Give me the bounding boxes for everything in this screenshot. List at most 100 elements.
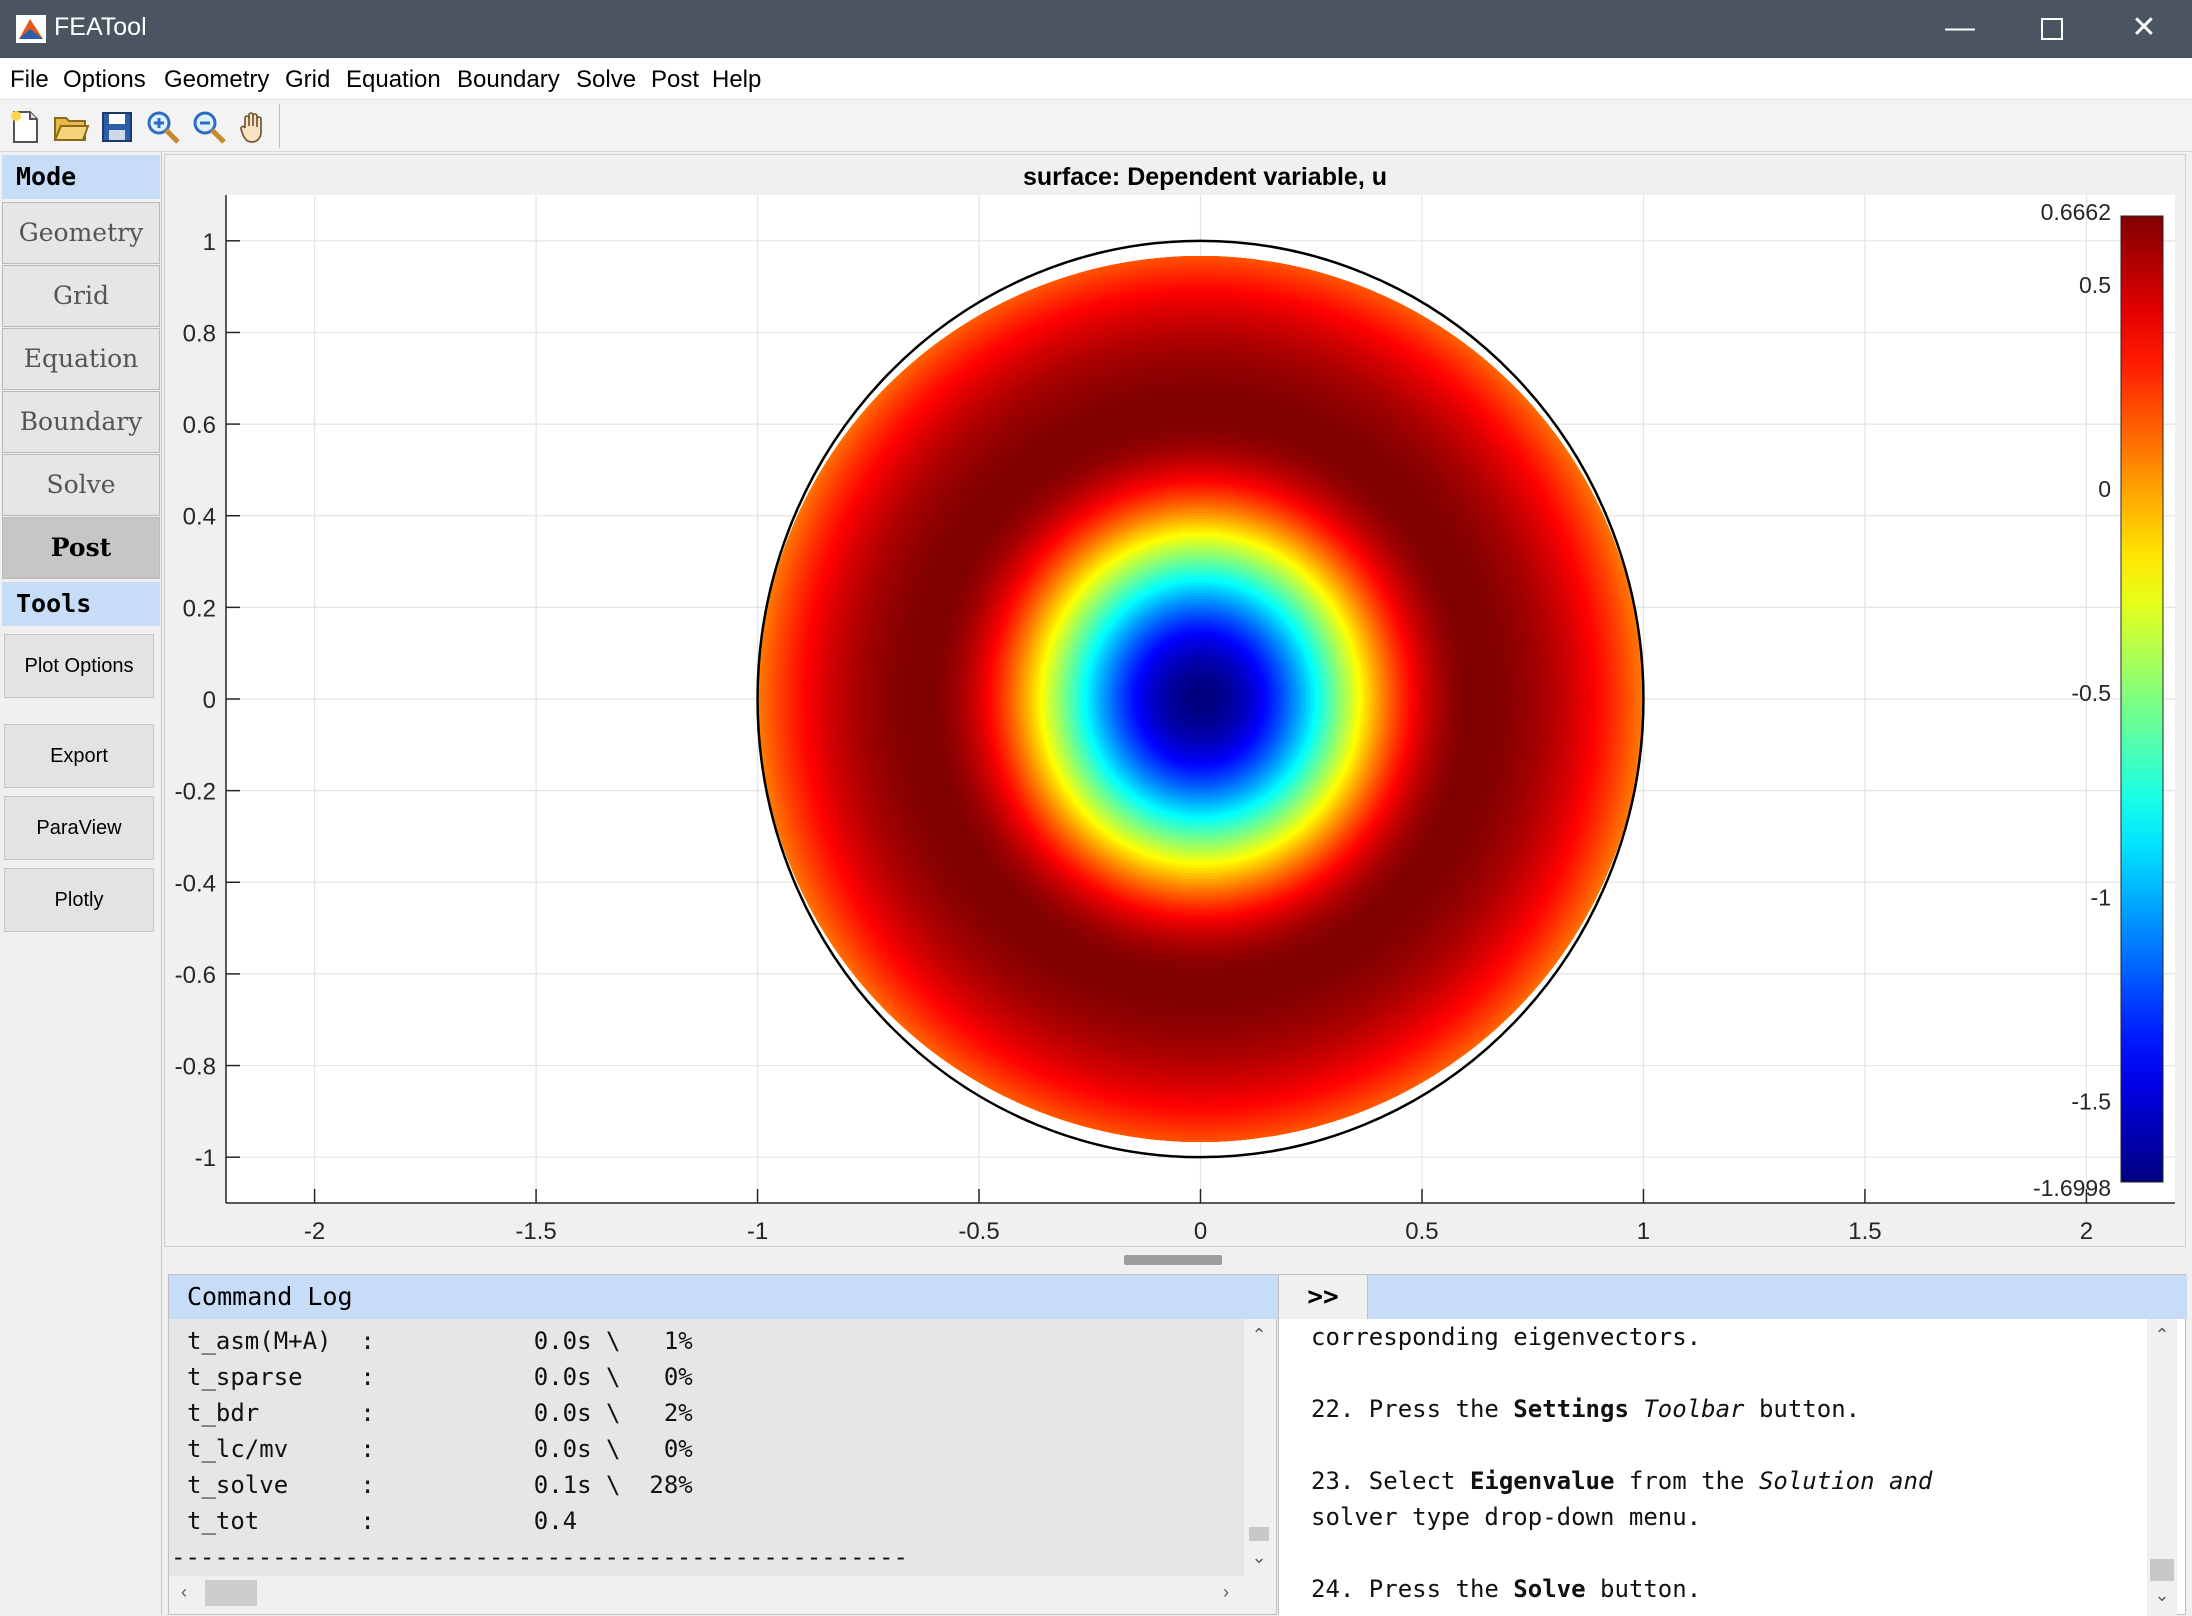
menu-file[interactable]: File	[10, 66, 49, 94]
log-line: t_tot : 0.4	[187, 1507, 578, 1535]
log-line: t_asm(M+A) : 0.0s \ 1%	[187, 1327, 693, 1355]
menu-equation[interactable]: Equation	[346, 66, 441, 94]
zoom-in-icon[interactable]	[144, 108, 182, 146]
command-log-panel: Command Log t_asm(M+A) : 0.0s \ 1% t_spa…	[168, 1274, 1278, 1615]
colorbar-tick-label: -1	[2091, 884, 2111, 910]
minimize-button[interactable]: —	[1914, 0, 2006, 58]
mode-solve-button[interactable]: Solve	[2, 454, 160, 516]
y-tick-label: -0.8	[175, 1054, 216, 1081]
pane-splitter[interactable]	[164, 1250, 2186, 1272]
log-vertical-scrollbar[interactable]: ⌃ ⌄	[1244, 1319, 1274, 1576]
save-icon[interactable]	[98, 108, 136, 146]
maximize-icon	[2041, 18, 2063, 41]
log-hscroll-thumb[interactable]	[205, 1580, 257, 1606]
close-icon: ✕	[2131, 11, 2157, 44]
maximize-button[interactable]	[2006, 0, 2098, 58]
menu-options[interactable]: Options	[63, 66, 146, 94]
mode-equation-button[interactable]: Equation	[2, 328, 160, 390]
log-line: t_sparse : 0.0s \ 0%	[187, 1363, 693, 1391]
export-button[interactable]: Export	[4, 724, 154, 788]
tutorial-line: 22. Press the Settings Toolbar button.	[1311, 1395, 1861, 1423]
mode-grid-button[interactable]: Grid	[2, 265, 160, 327]
x-tick-label: 2	[2080, 1218, 2093, 1245]
x-tick-label: 0.5	[1405, 1218, 1438, 1245]
tutorial-text[interactable]: corresponding eigenvectors. 22. Press th…	[1279, 1319, 2147, 1616]
pan-hand-icon[interactable]	[236, 108, 274, 146]
colorbar	[2120, 215, 2164, 1183]
plot-options-button[interactable]: Plot Options	[4, 634, 154, 698]
colorbar-tick-label: 0	[2098, 476, 2111, 502]
tutorial-vscroll-thumb[interactable]	[2150, 1559, 2174, 1581]
paraview-button[interactable]: ParaView	[4, 796, 154, 860]
log-horizontal-scrollbar[interactable]: ‹ ›	[169, 1576, 1244, 1610]
command-log-text[interactable]: t_asm(M+A) : 0.0s \ 1% t_sparse : 0.0s \…	[169, 1319, 1244, 1576]
menu-post[interactable]: Post	[651, 66, 699, 94]
y-tick-label: -1	[195, 1145, 216, 1172]
expand-tutorial-button[interactable]: >>	[1279, 1275, 1368, 1319]
log-line: ----------------------------------------…	[171, 1543, 908, 1571]
tutorial-vertical-scrollbar[interactable]: ⌃ ⌄	[2147, 1319, 2177, 1616]
mode-boundary-button[interactable]: Boundary	[2, 391, 160, 453]
colorbar-tick-label: -0.5	[2071, 680, 2111, 706]
x-tick-label: -1	[747, 1218, 768, 1245]
toolbar	[0, 100, 2192, 152]
menu-grid[interactable]: Grid	[285, 66, 330, 94]
scroll-left-icon[interactable]: ‹	[169, 1582, 199, 1603]
plot-title: surface: Dependent variable, u	[1023, 163, 1387, 191]
y-tick-label: -0.2	[175, 779, 216, 806]
colorbar-tick-label: 0.5	[2079, 272, 2111, 298]
y-tick-label: 1	[203, 229, 216, 256]
plotly-button[interactable]: Plotly	[4, 868, 154, 932]
log-line: t_lc/mv : 0.0s \ 0%	[187, 1435, 693, 1463]
open-folder-icon[interactable]	[52, 108, 90, 146]
colorbar-min-label: -1.6998	[2033, 1175, 2111, 1201]
y-tick-label: -0.4	[175, 870, 216, 897]
menu-solve[interactable]: Solve	[576, 66, 636, 94]
mode-header: Mode	[2, 155, 160, 199]
title-bar: FEATool — ✕	[0, 0, 2192, 58]
new-file-icon[interactable]	[6, 108, 44, 146]
tutorial-line: solver type drop-down menu.	[1311, 1503, 1702, 1531]
x-tick-label: 1.5	[1848, 1218, 1881, 1245]
tutorial-line: 24. Press the Solve button.	[1311, 1575, 1702, 1603]
colorbar-max-label: 0.6662	[2041, 199, 2111, 225]
tutorial-header: >>	[1279, 1275, 2187, 1319]
close-button[interactable]: ✕	[2098, 0, 2190, 58]
y-tick-label: 0.6	[183, 412, 216, 439]
mode-post-button[interactable]: Post	[2, 517, 160, 579]
field-contour-band	[1197, 696, 1204, 702]
x-tick-label: -0.5	[958, 1218, 999, 1245]
y-tick-label: 0.8	[183, 320, 216, 347]
scroll-down-icon[interactable]: ⌄	[2147, 1585, 2177, 1606]
command-log-header: Command Log	[169, 1275, 1278, 1319]
menu-bar: File Options Geometry Grid Equation Boun…	[0, 58, 2192, 100]
y-tick-label: -0.6	[175, 962, 216, 989]
scroll-up-icon[interactable]: ⌃	[2147, 1325, 2177, 1346]
log-vscroll-thumb[interactable]	[1249, 1527, 1269, 1541]
tutorial-line: 23. Select Eigenvalue from the Solution …	[1311, 1467, 1933, 1495]
scroll-down-icon[interactable]: ⌄	[1244, 1547, 1274, 1568]
plot-panel: -2 -1.5 -1 -0.5 0 0.5 1 1.5 2 -1 -0.8 -0.6 -0.4 -0.2 0…	[164, 154, 2186, 1247]
featool-logo-icon	[16, 15, 46, 43]
menu-boundary[interactable]: Boundary	[457, 66, 560, 94]
tutorial-panel: >> corresponding eigenvectors. 22. Press…	[1278, 1274, 2187, 1616]
y-tick-label: 0.4	[183, 504, 216, 531]
zoom-out-icon[interactable]	[190, 108, 228, 146]
x-tick-label: 1	[1637, 1218, 1650, 1245]
menu-geometry[interactable]: Geometry	[164, 66, 269, 94]
splitter-grip[interactable]	[1124, 1255, 1222, 1265]
colorbar-tick-label: -1.5	[2071, 1088, 2111, 1114]
minimize-icon: —	[1945, 11, 1975, 44]
surface-plot[interactable]: -2 -1.5 -1 -0.5 0 0.5 1 1.5 2 -1 -0.8 -0.6 -0.4 -0.2 0…	[165, 155, 2185, 1246]
x-tick-label: 0	[1194, 1218, 1207, 1245]
scroll-up-icon[interactable]: ⌃	[1244, 1325, 1274, 1346]
mode-geometry-button[interactable]: Geometry	[2, 202, 160, 264]
window-title: FEATool	[54, 13, 147, 41]
scroll-right-icon[interactable]: ›	[1211, 1582, 1241, 1603]
menu-help[interactable]: Help	[712, 66, 761, 94]
log-line: t_bdr : 0.0s \ 2%	[187, 1399, 693, 1427]
x-tick-label: -2	[304, 1218, 325, 1245]
y-tick-label: 0	[203, 687, 216, 714]
left-panel: Mode Geometry Grid Equation Boundary Sol…	[0, 152, 162, 1615]
y-tick-label: 0.2	[183, 595, 216, 622]
